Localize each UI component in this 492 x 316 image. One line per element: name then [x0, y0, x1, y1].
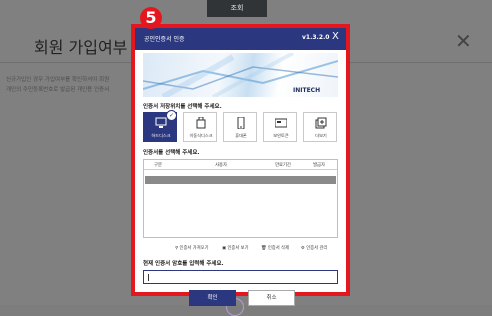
- storage-options: ✓ 하드디스크 이동식디스크 휴대폰 보안토큰 더보기: [143, 110, 338, 142]
- cert-prompt: 인증서를 선택해 주세요.: [143, 150, 200, 156]
- dialog-close-icon[interactable]: X: [332, 31, 339, 42]
- version-label: v1.3.2.0: [302, 34, 330, 41]
- import-cert-link[interactable]: ⚲ 인증서 가져오기: [175, 245, 209, 251]
- cancel-button[interactable]: 취소: [248, 290, 295, 306]
- dialog-header: 공인인증서 인증 v1.3.2.0 X: [135, 28, 346, 50]
- brand-logo: INITECH: [293, 87, 321, 94]
- storage-label: 더보기: [315, 133, 327, 138]
- mobile-phone-icon: [237, 117, 245, 129]
- certificate-actions: ⚲ 인증서 가져오기 ▣ 인증서 보기 🗑 인증서 삭제 ⚙ 인증서 관리: [175, 245, 345, 253]
- column-header-user: 사용자: [215, 163, 227, 168]
- storage-option-hard-disk[interactable]: ✓ 하드디스크: [143, 110, 177, 142]
- notice-line-2: 개인의 주민등록번호로 발급된 개인용 인증서: [6, 87, 110, 93]
- password-prompt: 현재 인증서 암호를 입력해 주세요.: [143, 261, 224, 267]
- table-header: 구분 사용자 만료기간 발급자: [144, 160, 337, 170]
- storage-label: 하드디스크: [151, 133, 171, 138]
- step-badge: 5: [140, 7, 162, 29]
- view-cert-link[interactable]: ▣ 인증서 보기: [222, 245, 249, 251]
- delete-cert-label: 인증서 삭제: [267, 246, 289, 251]
- certificate-dialog: 공인인증서 인증 v1.3.2.0 X INITECH 인증서 저장위치를 선택…: [131, 24, 350, 306]
- check-icon: ✓: [166, 110, 177, 121]
- manage-cert-label: 인증서 관리: [306, 246, 328, 251]
- column-header-type: 구분: [154, 163, 162, 168]
- removable-disk-icon: [196, 117, 206, 129]
- text-caret: [148, 274, 149, 281]
- storage-prompt: 인증서 저장위치를 선택해 주세요.: [143, 104, 222, 110]
- column-header-expiry: 만료기간: [275, 163, 291, 168]
- storage-option-mobile-phone[interactable]: 휴대폰: [223, 112, 257, 142]
- banner-image: INITECH: [143, 53, 338, 97]
- manage-cert-link[interactable]: ⚙ 인증서 관리: [301, 245, 327, 251]
- storage-label: 휴대폰: [235, 133, 247, 138]
- close-icon[interactable]: ✕: [455, 29, 472, 53]
- more-icon: [315, 117, 327, 129]
- column-header-issuer: 발급자: [313, 163, 325, 168]
- security-token-icon: [275, 118, 287, 128]
- certificate-table: 구분 사용자 만료기간 발급자: [143, 159, 338, 238]
- delete-cert-link[interactable]: 🗑 인증서 삭제: [261, 245, 289, 251]
- ok-button[interactable]: 확인: [189, 290, 236, 306]
- delete-icon: 🗑: [261, 246, 268, 251]
- storage-option-more[interactable]: 더보기: [303, 112, 337, 142]
- table-row[interactable]: [145, 176, 336, 184]
- notice-line-1: 신규가입인 경우 가입여부를 확인하셔야 회원: [6, 77, 110, 83]
- import-cert-label: 인증서 가져오기: [179, 246, 209, 251]
- password-input[interactable]: [143, 270, 338, 284]
- dialog-title: 공인인증서 인증: [144, 36, 185, 43]
- storage-label: 보안토큰: [273, 133, 289, 138]
- storage-option-removable-disk[interactable]: 이동식디스크: [183, 112, 217, 142]
- storage-label: 이동식디스크: [189, 133, 213, 138]
- view-cert-label: 인증서 보기: [227, 246, 249, 251]
- search-button[interactable]: 조회: [207, 0, 267, 17]
- storage-option-security-token[interactable]: 보안토큰: [263, 112, 297, 142]
- hard-disk-icon: [155, 117, 167, 128]
